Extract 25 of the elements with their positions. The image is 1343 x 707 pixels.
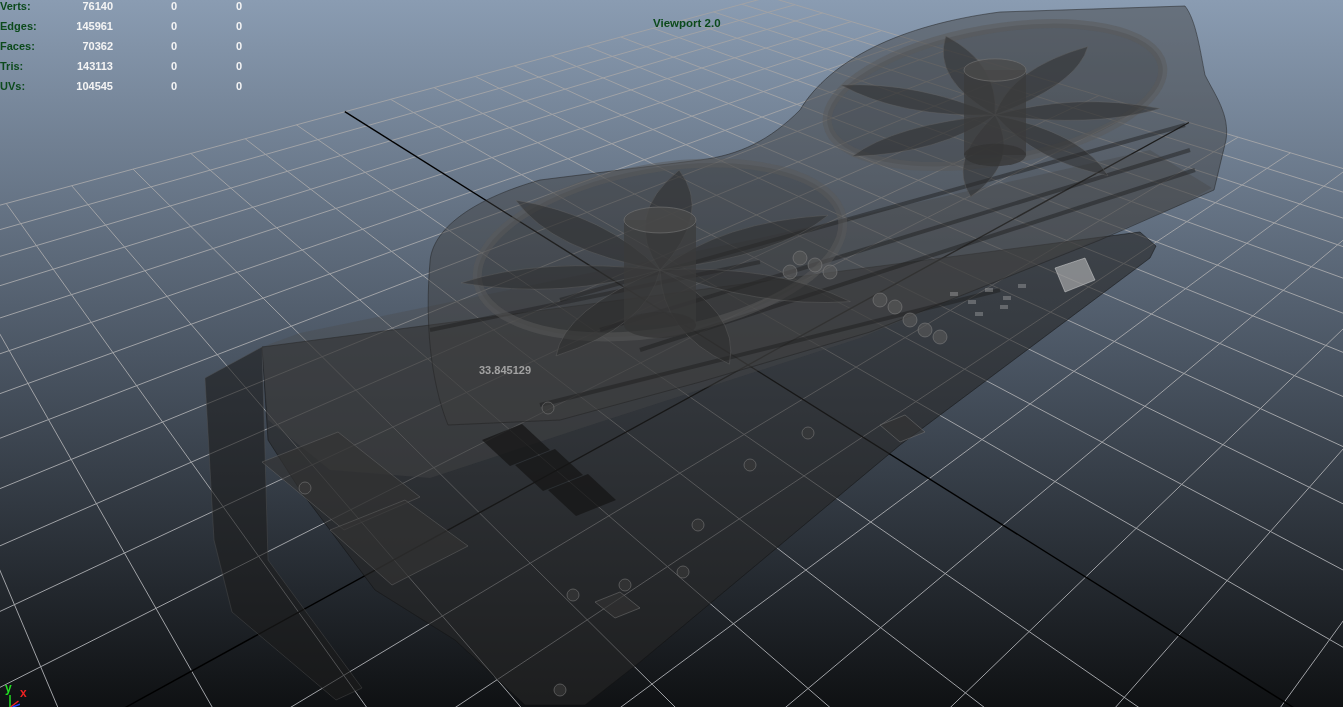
axis-label: y xyxy=(5,682,12,694)
poly-count-value: 0 xyxy=(170,40,177,52)
poly-count-value: 104545 xyxy=(76,80,113,92)
viewport-renderer-label: Viewport 2.0 xyxy=(653,17,721,29)
poly-count-label: UVs: xyxy=(0,80,26,92)
poly-count-value: 145961 xyxy=(76,20,113,32)
distance-measurement-label: 33.845129 xyxy=(479,364,531,376)
poly-count-label: Edges: xyxy=(0,20,37,32)
poly-count-value: 143113 xyxy=(76,60,113,72)
poly-count-value: 0 xyxy=(170,60,177,72)
poly-count-label: Verts: xyxy=(0,0,31,12)
poly-count-value: 70362 xyxy=(82,40,113,52)
poly-count-value: 76140 xyxy=(82,0,113,12)
poly-count-value: 0 xyxy=(235,20,242,32)
axis-gizmo-icon xyxy=(8,695,20,707)
axis-label: x xyxy=(20,687,27,699)
poly-count-label: Tris: xyxy=(0,60,24,72)
poly-count-value: 0 xyxy=(235,0,242,12)
poly-count-value: 0 xyxy=(170,20,177,32)
poly-count-value: 0 xyxy=(235,60,242,72)
poly-count-value: 0 xyxy=(170,80,177,92)
poly-count-value: 0 xyxy=(235,80,242,92)
poly-count-label: Faces: xyxy=(0,40,35,52)
poly-count-value: 0 xyxy=(235,40,242,52)
poly-count-value: 0 xyxy=(170,0,177,12)
